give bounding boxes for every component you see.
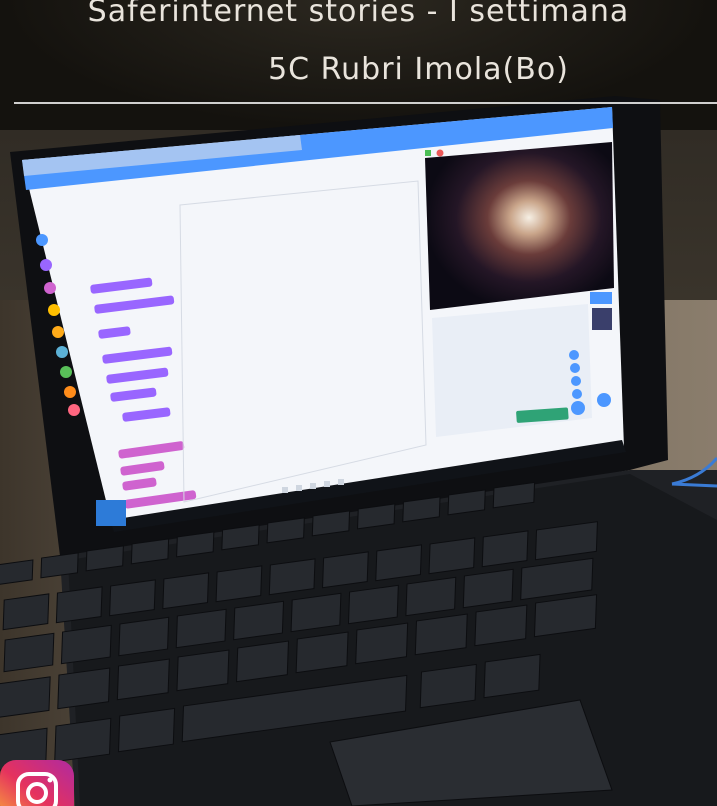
sound-category-dot bbox=[44, 282, 56, 294]
caption-rule bbox=[14, 102, 717, 104]
stage-galaxy-image bbox=[425, 142, 614, 310]
photo: Saferinternet stories - I settimana 5C R… bbox=[0, 0, 717, 806]
backdrop-thumbnail bbox=[592, 308, 612, 330]
stop-icon bbox=[436, 149, 444, 157]
stage-tab bbox=[590, 292, 612, 304]
looks-category-dot bbox=[40, 259, 52, 271]
instagram-icon bbox=[0, 760, 74, 806]
sensing-category-dot bbox=[56, 346, 68, 358]
control-category-dot bbox=[52, 326, 64, 338]
laptop-scene bbox=[0, 96, 717, 806]
operators-category-dot bbox=[60, 366, 72, 378]
events-category-dot bbox=[48, 304, 60, 316]
green-flag-icon bbox=[425, 150, 431, 156]
caption-line-1: Saferinternet stories - I settimana bbox=[87, 0, 630, 29]
motion-category-dot bbox=[36, 234, 48, 246]
scratch-logo-corner bbox=[96, 500, 126, 526]
caption: Saferinternet stories - I settimana 5C R… bbox=[0, 0, 717, 105]
myblocks-category-dot bbox=[68, 404, 80, 416]
variables-category-dot bbox=[64, 386, 76, 398]
caption-line-2: 5C Rubri Imola(Bo) bbox=[268, 52, 569, 87]
